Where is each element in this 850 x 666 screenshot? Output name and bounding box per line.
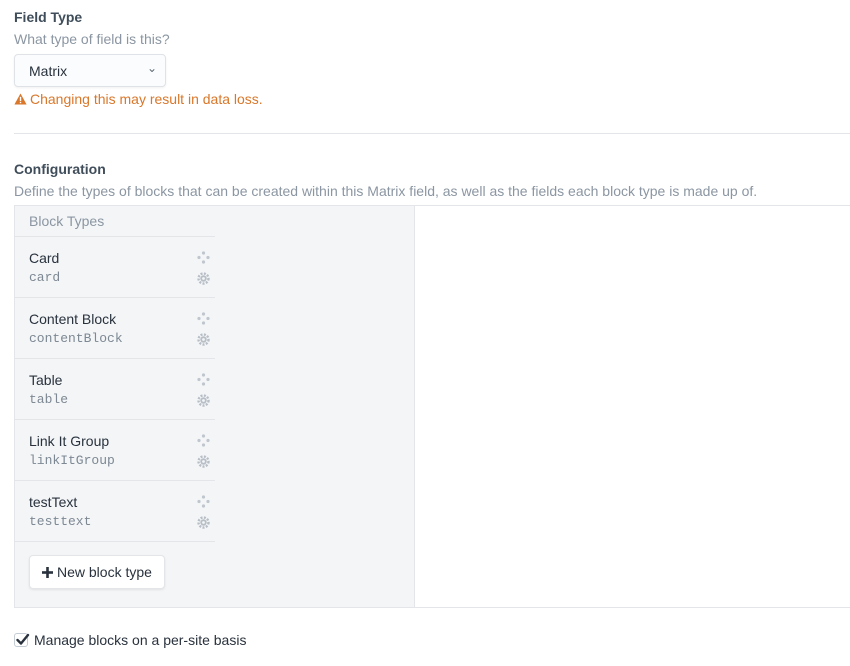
block-type-item[interactable]: Card card: [15, 237, 215, 298]
block-type-name: Table: [29, 372, 63, 388]
block-type-handle: card: [29, 270, 61, 285]
gear-icon[interactable]: [197, 394, 210, 407]
propagation-checkbox-row[interactable]: Manage blocks on a per-site basis: [14, 632, 246, 648]
gear-icon[interactable]: [197, 333, 210, 346]
move-icon[interactable]: [197, 312, 210, 325]
propagation-label: Manage blocks on a per-site basis: [34, 632, 247, 648]
new-block-type-button[interactable]: New block type: [29, 555, 165, 589]
gear-icon[interactable]: [197, 272, 210, 285]
block-type-item[interactable]: Content Block contentBlock: [15, 298, 215, 359]
block-type-name: Card: [29, 250, 60, 266]
chevron-down-icon: ⌄: [146, 61, 157, 75]
block-type-name: Content Block: [29, 311, 117, 327]
checkmark-icon: [16, 633, 30, 645]
block-type-name: testText: [29, 494, 78, 510]
move-icon[interactable]: [197, 434, 210, 447]
move-icon[interactable]: [197, 251, 210, 264]
field-type-select-value: Matrix: [29, 63, 68, 79]
block-types-column: Block Types Card card Content Block cont…: [14, 206, 216, 607]
block-type-handle: contentBlock: [29, 331, 123, 346]
block-type-handle: testtext: [29, 514, 92, 529]
new-block-type-label: New block type: [57, 564, 152, 580]
move-icon[interactable]: [197, 495, 210, 508]
matrix-configurator: Block Types Card card Content Block cont…: [14, 205, 850, 608]
block-type-name: Link It Group: [29, 433, 110, 449]
block-type-handle: linkItGroup: [29, 453, 115, 468]
configuration-instructions: Define the types of blocks that can be c…: [14, 183, 758, 199]
block-types-header: Block Types: [15, 206, 215, 237]
warning-text: Changing this may result in data loss.: [30, 91, 263, 107]
fields-column: [215, 206, 415, 607]
block-type-item[interactable]: Link It Group linkItGroup: [15, 420, 215, 481]
block-type-handle: table: [29, 392, 69, 407]
field-type-label: Field Type: [14, 9, 83, 25]
move-icon[interactable]: [197, 373, 210, 386]
field-settings-column: [415, 206, 850, 607]
propagation-checkbox[interactable]: [14, 633, 30, 647]
block-type-item[interactable]: Table table: [15, 359, 215, 420]
field-type-warning: Changing this may result in data loss.: [14, 91, 263, 107]
field-type-instructions: What type of field is this?: [14, 31, 170, 47]
divider: [14, 133, 850, 134]
gear-icon[interactable]: [197, 516, 210, 529]
configuration-label: Configuration: [14, 161, 106, 177]
warning-icon: [14, 93, 27, 105]
plus-icon: [42, 566, 53, 578]
field-type-select[interactable]: Matrix ⌄: [14, 54, 166, 87]
gear-icon[interactable]: [197, 455, 210, 468]
block-type-item[interactable]: testText testtext: [15, 481, 215, 542]
